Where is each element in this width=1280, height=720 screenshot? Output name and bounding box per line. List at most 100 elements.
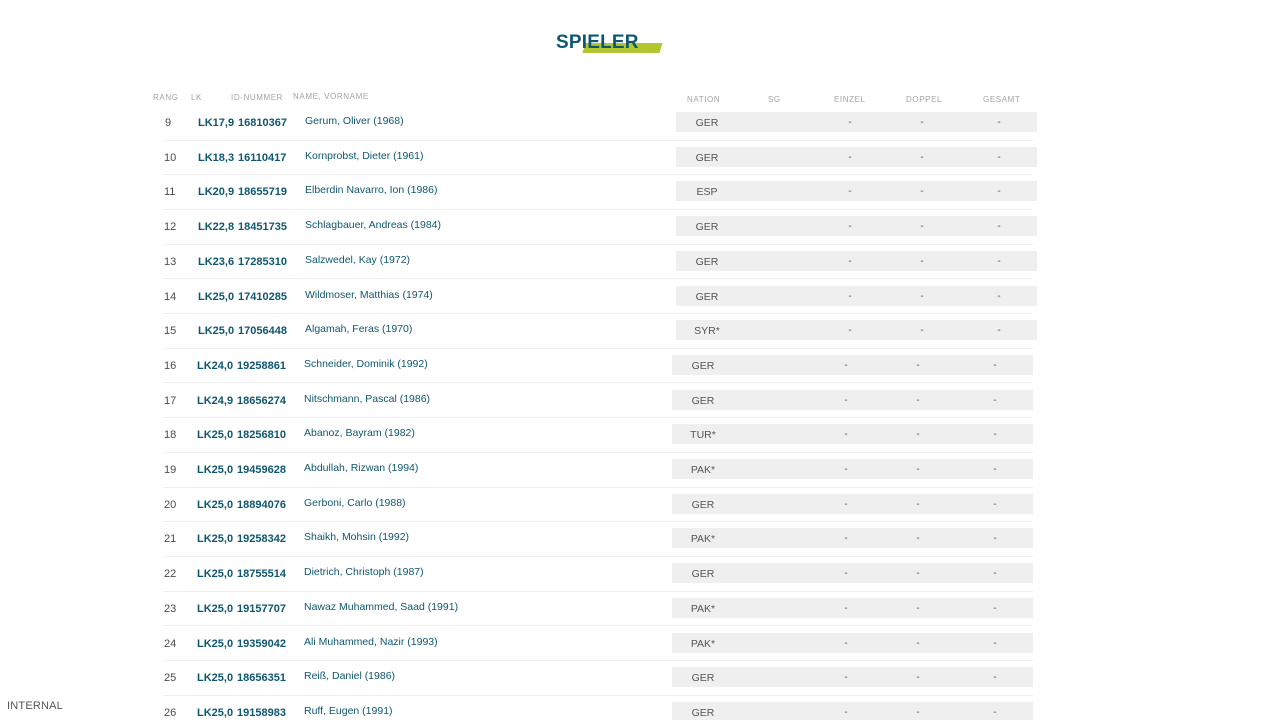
nation-cell: GER	[695, 290, 719, 303]
table-row[interactable]: 22 LK25,0 18755514 Dietrich, Christoph (198…	[0, 563, 1280, 598]
rang-cell: 20	[164, 498, 177, 511]
player-name-link[interactable]: Kornprobst, Dieter (1961)	[305, 149, 423, 163]
table-row[interactable]: 18 LK25,0 18256810 Abanoz, Bayram (1982) TUR…	[0, 424, 1280, 459]
id-nummer-cell: 19459628	[237, 464, 286, 476]
lk-cell: LK20,9	[198, 186, 235, 199]
lk-cell: LK25,0	[197, 706, 234, 719]
table-row[interactable]: 14 LK25,0 17410285 Wildmoser, Matthias (197…	[0, 285, 1280, 321]
row-divider	[163, 486, 1033, 488]
player-name-link[interactable]: Schlagbauer, Andreas (1984)	[305, 218, 441, 232]
nation-cell: SYR*	[694, 325, 720, 338]
slide-page: SPIELER RANG LK ID-NUMMER NAME, VORNAME …	[0, 0, 1280, 720]
player-name-link[interactable]: Ruff, Eugen (1991)	[304, 704, 393, 718]
player-name-link[interactable]: Abanoz, Bayram (1982)	[304, 426, 415, 440]
player-name-link[interactable]: Abdullah, Rizwan (1994)	[304, 461, 418, 475]
einzel-cell: -	[848, 255, 852, 267]
doppel-cell: -	[920, 255, 924, 267]
id-nummer-cell: 18894076	[237, 498, 286, 511]
player-name-link[interactable]: Dietrich, Christoph (1987)	[304, 565, 424, 579]
lk-cell: LK25,0	[197, 498, 234, 511]
player-name-link[interactable]: Salzwedel, Kay (1972)	[305, 253, 410, 267]
lk-cell: LK22,8	[198, 221, 235, 234]
player-name-link[interactable]: Algamah, Feras (1970)	[305, 322, 412, 336]
nation-cell: GER	[691, 359, 715, 372]
players-table: 9 LK17,9 16810367 Gerum, Oliver (1968) GER - -…	[0, 0, 1280, 720]
row-divider	[163, 313, 1033, 314]
table-row[interactable]: 17 LK24,9 18656274 Nitschmann, Pascal (1986…	[0, 389, 1280, 425]
nation-cell: GER	[695, 151, 719, 164]
nation-cell: GER	[695, 221, 719, 234]
classification-label: INTERNAL	[7, 700, 63, 712]
table-row[interactable]: 19 LK25,0 19459628 Abdullah, Rizwan (1994) P…	[0, 459, 1280, 494]
gesamt-cell: -	[993, 568, 997, 580]
table-row[interactable]: 21 LK25,0 19258342 Shaikh, Mohsin (1992) PAK…	[0, 528, 1280, 563]
player-name-link[interactable]: Nawaz Muhammed, Saad (1991)	[304, 600, 458, 614]
einzel-cell: -	[848, 186, 852, 198]
doppel-cell: -	[916, 533, 920, 545]
table-row[interactable]: 25 LK25,0 18656351 Reiß, Daniel (1986) GER - -…	[0, 667, 1280, 702]
doppel-cell: -	[916, 394, 920, 406]
player-name-link[interactable]: Gerum, Oliver (1968)	[305, 114, 404, 128]
einzel-cell: -	[848, 221, 852, 233]
row-divider	[163, 278, 1033, 280]
lk-cell: LK23,6	[198, 255, 235, 268]
doppel-cell: -	[916, 602, 920, 614]
player-name-link[interactable]: Shaikh, Mohsin (1992)	[304, 530, 409, 544]
lk-cell: LK25,0	[198, 325, 235, 338]
lk-cell: LK17,9	[198, 117, 235, 129]
gesamt-cell: -	[993, 706, 997, 718]
doppel-cell: -	[916, 464, 920, 475]
table-row[interactable]: 20 LK25,0 18894076 Gerboni, Carlo (1988) GER…	[0, 493, 1280, 529]
player-name-link[interactable]: Elberdin Navarro, Ion (1986)	[305, 183, 438, 197]
player-name-link[interactable]: Nitschmann, Pascal (1986)	[304, 392, 430, 406]
lk-cell: LK25,0	[197, 602, 234, 615]
rang-cell: 19	[164, 464, 177, 476]
gesamt-cell: -	[997, 117, 1001, 128]
table-row[interactable]: 24 LK25,0 19359042 Ali Muhammed, Nazir (199…	[0, 632, 1280, 668]
table-row[interactable]: 12 LK22,8 18451735 Schlagbauer, Andreas (19…	[0, 216, 1280, 251]
rang-cell: 14	[164, 290, 177, 303]
nation-cell: GER	[695, 255, 719, 268]
gesamt-cell: -	[997, 255, 1001, 267]
table-row[interactable]: 23 LK25,0 19157707 Nawaz Muhammed, Saad (19…	[0, 597, 1280, 633]
id-nummer-cell: 17285310	[238, 255, 287, 268]
nation-cell: PAK*	[690, 464, 716, 476]
rang-cell: 26	[164, 706, 177, 719]
player-name-link[interactable]: Wildmoser, Matthias (1974)	[305, 288, 433, 302]
lk-cell: LK25,0	[197, 672, 234, 685]
rang-cell: 16	[164, 359, 177, 372]
player-name-link[interactable]: Reiß, Daniel (1986)	[304, 669, 395, 683]
table-row[interactable]: 13 LK23,6 17285310 Salzwedel, Kay (1972) GER…	[0, 250, 1280, 286]
rang-cell: 10	[164, 151, 177, 164]
table-row[interactable]: 9 LK17,9 16810367 Gerum, Oliver (1968) GER - -…	[0, 112, 1280, 147]
id-nummer-cell: 16110417	[238, 151, 287, 164]
nation-cell: TUR*	[690, 429, 716, 442]
gesamt-cell: -	[993, 533, 997, 545]
rang-cell: 9	[165, 117, 172, 129]
rang-cell: 22	[164, 568, 177, 581]
gesamt-cell: -	[993, 672, 997, 684]
nation-cell: GER	[691, 498, 715, 511]
doppel-cell: -	[916, 672, 920, 684]
einzel-cell: -	[844, 672, 848, 684]
player-name-link[interactable]: Schneider, Dominik (1992)	[304, 357, 428, 371]
row-divider	[163, 660, 1033, 661]
row-divider	[163, 555, 1033, 557]
table-row[interactable]: 26 LK25,0 19158983 Ruff, Eugen (1991) GER - - -	[0, 701, 1280, 720]
player-name-link[interactable]: Ali Muhammed, Nazir (1993)	[304, 635, 438, 649]
row-divider	[163, 208, 1033, 210]
einzel-cell: -	[844, 602, 848, 614]
table-row[interactable]: 16 LK24,0 19258861 Schneider, Dominik (1992…	[0, 354, 1280, 390]
doppel-cell: -	[916, 359, 920, 371]
gesamt-cell: -	[997, 186, 1001, 198]
table-row[interactable]: 10 LK18,3 16110417 Kornprobst, Dieter (1961…	[0, 146, 1280, 182]
player-name-link[interactable]: Gerboni, Carlo (1988)	[304, 496, 406, 510]
gesamt-cell: -	[993, 429, 997, 441]
einzel-cell: -	[844, 533, 848, 545]
nation-cell: GER	[691, 394, 715, 407]
id-nummer-cell: 19158983	[237, 706, 286, 719]
table-row[interactable]: 15 LK25,0 17056448 Algamah, Feras (1970) SYR…	[0, 320, 1280, 355]
table-row[interactable]: 11 LK20,9 18655719 Elberdin Navarro, Ion (1…	[0, 181, 1280, 216]
doppel-cell: -	[920, 221, 924, 233]
id-nummer-cell: 18755514	[237, 568, 286, 581]
